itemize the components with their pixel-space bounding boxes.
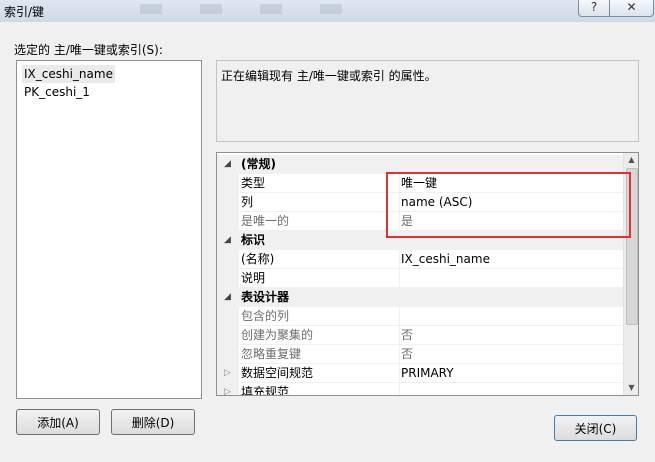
scroll-up-arrow-icon[interactable]: ▲ xyxy=(624,153,638,167)
category-identity[interactable]: ◢ 标识 xyxy=(217,231,623,250)
property-row-clustered[interactable]: 创建为聚集的 否 xyxy=(217,326,626,345)
collapsed-triangle-icon[interactable]: ▷ xyxy=(224,364,231,383)
selected-index-label: 选定的 主/唯一键或索引(S): xyxy=(14,43,163,57)
property-value[interactable]: 否 xyxy=(398,345,626,364)
category-general[interactable]: ◢ (常规) xyxy=(217,155,623,174)
category-table-designer[interactable]: ◢ 表设计器 xyxy=(217,288,623,307)
help-button[interactable]: ? xyxy=(578,0,610,17)
property-value[interactable]: name (ASC) xyxy=(398,193,626,212)
property-name: 类型 xyxy=(239,174,400,193)
property-row-ignore-duplicates[interactable]: 忽略重复键 否 xyxy=(217,345,626,364)
scroll-down-arrow-icon[interactable]: ▼ xyxy=(624,381,638,395)
expand-triangle-icon[interactable]: ◢ xyxy=(224,155,231,174)
property-name: 填充规范 xyxy=(239,383,400,395)
property-value[interactable]: PRIMARY xyxy=(398,364,626,383)
property-value[interactable] xyxy=(398,307,626,326)
property-value[interactable]: 是 xyxy=(398,212,626,231)
property-row-name[interactable]: (名称) IX_ceshi_name xyxy=(217,250,626,269)
window-title: 索引/键 xyxy=(4,5,45,19)
help-icon: ? xyxy=(590,0,598,14)
index-listbox[interactable]: IX_ceshi_name PK_ceshi_1 xyxy=(16,60,202,399)
list-item-ix-ceshi-name[interactable]: IX_ceshi_name xyxy=(22,65,115,83)
property-name: 列 xyxy=(239,193,400,212)
expand-triangle-icon[interactable]: ◢ xyxy=(224,231,231,250)
property-name: (名称) xyxy=(239,250,400,269)
property-name: 数据空间规范 xyxy=(239,364,400,383)
property-row-fill-spec[interactable]: ▷ 填充规范 xyxy=(217,383,626,395)
property-name: 创建为聚集的 xyxy=(239,326,400,345)
title-bar: 索引/键 ? ✕ xyxy=(0,0,655,22)
property-grid-scrollbar[interactable]: ▲ ▼ xyxy=(623,153,638,395)
list-item-pk-ceshi-1[interactable]: PK_ceshi_1 xyxy=(22,83,92,101)
property-name: 是唯一的 xyxy=(239,212,400,231)
property-row-is-unique[interactable]: 是唯一的 是 xyxy=(217,212,626,231)
property-row-description[interactable]: 说明 xyxy=(217,269,626,288)
property-value[interactable]: IX_ceshi_name xyxy=(398,250,626,269)
property-value[interactable]: 唯一键 xyxy=(398,174,626,193)
category-label: (常规) xyxy=(241,157,276,171)
add-button[interactable]: 添加(A) xyxy=(16,409,100,435)
background-window-ghost xyxy=(140,4,350,14)
property-name: 忽略重复键 xyxy=(239,345,400,364)
property-value[interactable] xyxy=(398,383,626,395)
description-panel: 正在编辑现有 主/唯一键或索引 的属性。 xyxy=(216,60,639,142)
property-value[interactable] xyxy=(398,269,626,288)
property-grid[interactable]: ◢ (常规) 类型 唯一键 列 name (ASC) 是唯一的 是 ◢ 标识 (… xyxy=(216,152,639,396)
property-row-data-space[interactable]: ▷ 数据空间规范 PRIMARY xyxy=(217,364,626,383)
property-name: 包含的列 xyxy=(239,307,400,326)
property-row-columns[interactable]: 列 name (ASC) xyxy=(217,193,626,212)
property-value[interactable]: 否 xyxy=(398,326,626,345)
window-close-button[interactable]: ✕ xyxy=(609,0,654,17)
category-label: 标识 xyxy=(241,233,266,247)
expand-triangle-icon[interactable]: ◢ xyxy=(224,288,231,307)
property-row-included-columns[interactable]: 包含的列 xyxy=(217,307,626,326)
close-icon: ✕ xyxy=(626,0,637,14)
close-button[interactable]: 关闭(C) xyxy=(554,415,637,441)
collapsed-triangle-icon[interactable]: ▷ xyxy=(224,383,231,395)
description-text: 正在编辑现有 主/唯一键或索引 的属性。 xyxy=(221,69,437,83)
property-row-type[interactable]: 类型 唯一键 xyxy=(217,174,626,193)
dialog-body: 选定的 主/唯一键或索引(S): IX_ceshi_name PK_ceshi_… xyxy=(0,22,655,462)
category-label: 表设计器 xyxy=(241,290,290,304)
scroll-thumb[interactable] xyxy=(626,168,638,325)
delete-button[interactable]: 删除(D) xyxy=(111,409,195,435)
property-name: 说明 xyxy=(239,269,400,288)
